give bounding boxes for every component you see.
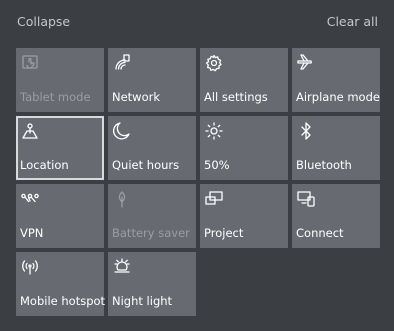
- tile-location[interactable]: Location: [16, 116, 104, 180]
- tile-label: Battery saver: [112, 226, 190, 240]
- tile-label: Network: [112, 90, 161, 104]
- brightness-icon: [204, 121, 224, 141]
- moon-icon: [112, 121, 132, 141]
- tile-project[interactable]: Project: [200, 184, 288, 248]
- tile-label: Mobile hotspot: [20, 294, 106, 308]
- quick-actions-grid: Tablet mode Network All settings Airplan…: [16, 48, 380, 316]
- tile-connect[interactable]: Connect: [292, 184, 380, 248]
- tile-tablet-mode[interactable]: Tablet mode: [16, 48, 104, 112]
- bluetooth-icon: [296, 121, 316, 141]
- connect-icon: [296, 189, 316, 209]
- tile-airplane-mode[interactable]: Airplane mode: [292, 48, 380, 112]
- night-light-icon: [112, 257, 132, 277]
- tile-label: Night light: [112, 294, 173, 308]
- collapse-link[interactable]: Collapse: [17, 14, 70, 29]
- location-icon: [20, 121, 40, 141]
- battery-saver-icon: [112, 189, 132, 209]
- network-icon: [112, 53, 132, 73]
- tile-all-settings[interactable]: All settings: [200, 48, 288, 112]
- tile-label: Tablet mode: [20, 90, 91, 104]
- tile-label: All settings: [204, 90, 268, 104]
- tile-label: VPN: [20, 226, 44, 240]
- tile-label: Quiet hours: [112, 158, 180, 172]
- action-center-header: Collapse Clear all: [0, 0, 394, 40]
- tile-label: Connect: [296, 226, 344, 240]
- tile-mobile-hotspot[interactable]: Mobile hotspot: [16, 252, 106, 316]
- tile-night-light[interactable]: Night light: [108, 252, 196, 316]
- tile-label: 50%: [204, 158, 230, 172]
- tile-label: Location: [20, 158, 69, 172]
- gear-icon: [204, 53, 224, 73]
- mobile-hotspot-icon: [20, 257, 40, 277]
- tile-quiet-hours[interactable]: Quiet hours: [108, 116, 196, 180]
- clear-all-link[interactable]: Clear all: [327, 14, 378, 29]
- tile-bluetooth[interactable]: Bluetooth: [292, 116, 380, 180]
- vpn-icon: [20, 189, 40, 209]
- tile-label: Bluetooth: [296, 158, 352, 172]
- tile-label: Project: [204, 226, 244, 240]
- tile-brightness[interactable]: 50%: [200, 116, 288, 180]
- tablet-mode-icon: [20, 53, 40, 73]
- tile-label: Airplane mode: [296, 90, 380, 104]
- tile-network[interactable]: Network: [108, 48, 196, 112]
- airplane-icon: [296, 53, 316, 73]
- project-icon: [204, 189, 224, 209]
- tile-vpn[interactable]: VPN: [16, 184, 104, 248]
- tile-battery-saver[interactable]: Battery saver: [108, 184, 196, 248]
